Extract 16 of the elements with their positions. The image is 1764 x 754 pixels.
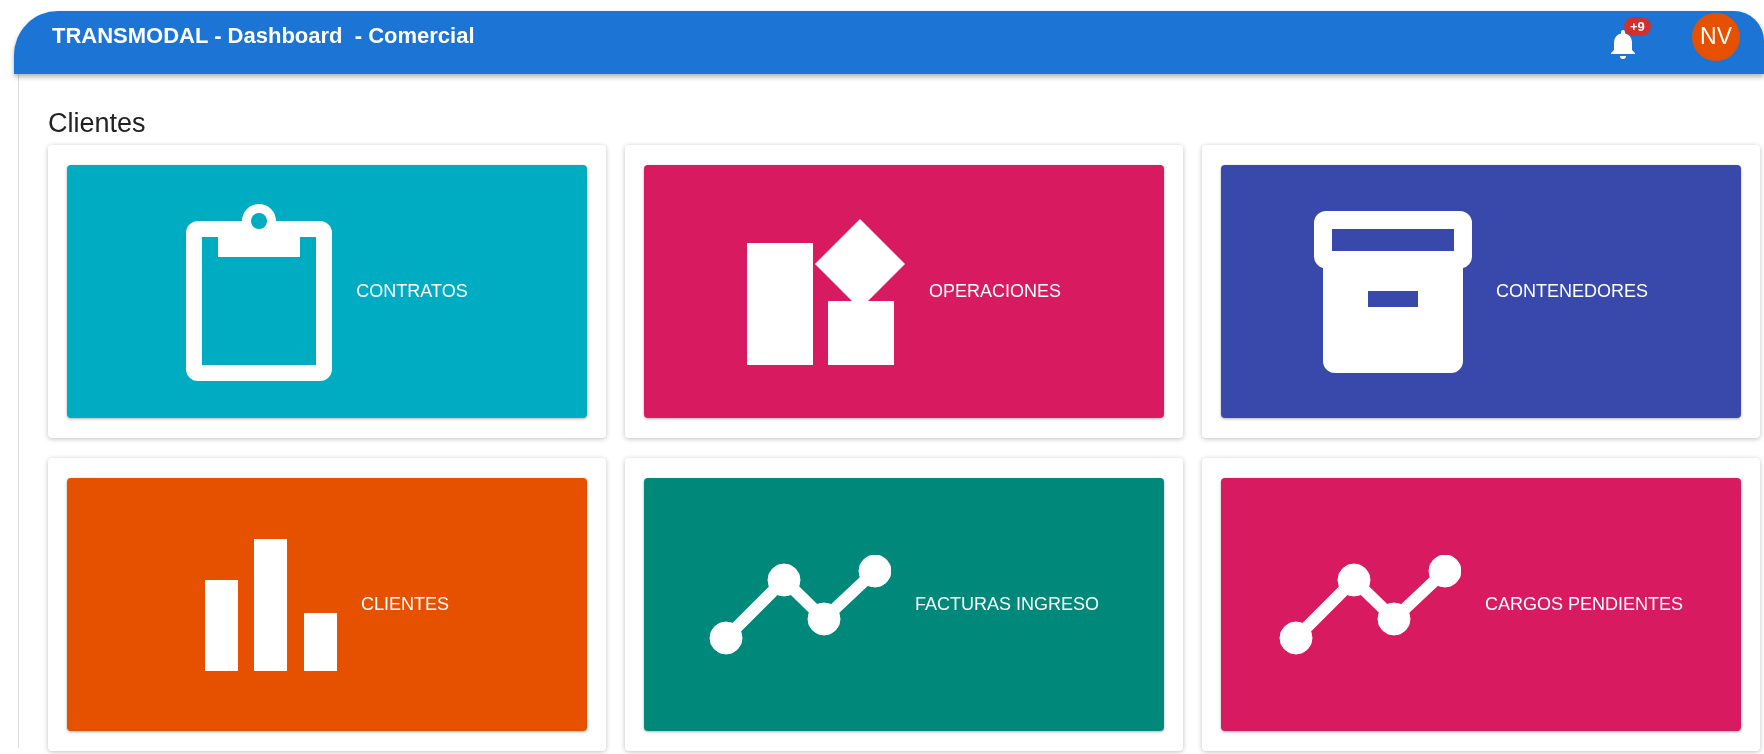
dashboard-tile[interactable]: FACTURAS INGRESO [644,478,1164,731]
dashboard-tile[interactable]: CONTRATOS [67,165,587,418]
notification-badge: +9 [1624,16,1651,36]
line-chart-icon [709,554,891,655]
dashboard-tile[interactable]: CARGOS PENDIENTES [1221,478,1741,731]
section-title: Clientes [48,108,147,139]
dashboard-tile[interactable]: CONTENEDORES [1221,165,1741,418]
archive-icon [1314,210,1472,373]
app-title: TRANSMODAL - Dashboard - Comercial [52,22,476,49]
clipboard-icon [186,202,333,381]
line-chart-icon [1278,554,1461,655]
user-avatar[interactable]: NV [1692,12,1740,61]
dashboard-tile[interactable]: CLIENTES [67,478,587,731]
shapes-icon [747,218,905,365]
bar-chart-icon [205,538,337,671]
dashboard-tile[interactable]: OPERACIONES [644,165,1164,418]
